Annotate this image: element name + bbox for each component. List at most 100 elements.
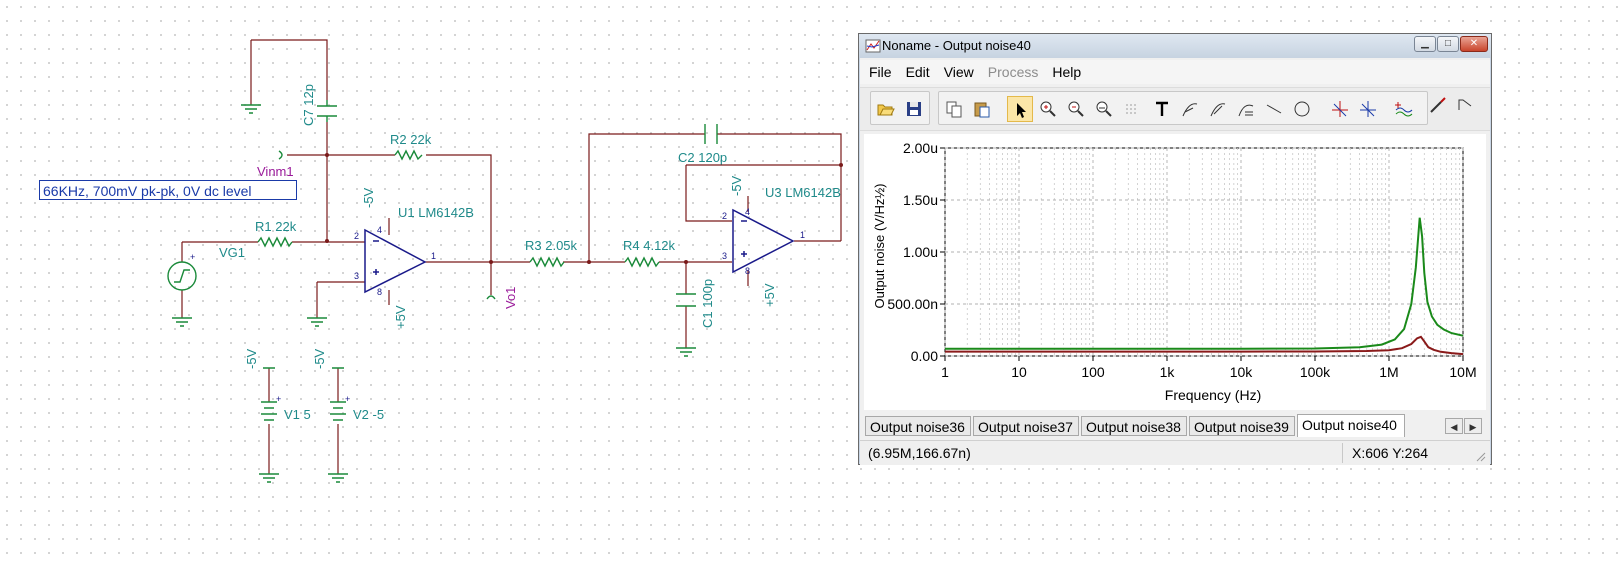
u1-pin4: 4 xyxy=(377,225,382,235)
probe-icon[interactable] xyxy=(1425,92,1451,118)
x-tick-label: 1 xyxy=(941,364,949,380)
u3-pos-supply: +5V xyxy=(762,283,777,307)
u1-opamp xyxy=(364,228,427,294)
menu-view[interactable]: View xyxy=(935,60,979,80)
cursor-a-place-icon[interactable] xyxy=(1327,96,1353,122)
u3-label: U3 LM6142B xyxy=(765,185,841,200)
close-button[interactable]: ✕ xyxy=(1460,36,1488,52)
annotate-icon[interactable] xyxy=(1233,96,1259,122)
u3-pin3: 3 xyxy=(722,251,727,261)
tab-output-noise38[interactable]: Output noise38 xyxy=(1081,416,1187,436)
u1-neg-supply: -5V xyxy=(361,187,376,208)
menu-help[interactable]: Help xyxy=(1043,60,1086,80)
wires xyxy=(181,39,842,474)
u3-pin1: 1 xyxy=(800,230,805,240)
y-tick-label: 2.00u xyxy=(903,140,938,156)
x-tick-label: 10M xyxy=(1449,364,1476,380)
zoom-100-icon[interactable] xyxy=(1091,96,1117,122)
u3-pin8: 8 xyxy=(745,266,750,276)
u3-pin4: 4 xyxy=(745,207,750,217)
circle-icon[interactable] xyxy=(1289,96,1315,122)
u1-pin1: 1 xyxy=(431,251,436,261)
c1-label: C1 100p xyxy=(700,279,715,328)
x-tick-label: 10 xyxy=(1011,364,1027,380)
v1-supply-label: -5V xyxy=(244,348,259,369)
schematic-canvas[interactable]: C7 12p R2 22k R1 22k U1 LM6142B R3 2.05k… xyxy=(0,0,850,563)
title-bar[interactable]: Noname - Output noise40 ▁ □ ✕ xyxy=(859,34,1491,58)
x-tick-label: 10k xyxy=(1230,364,1254,380)
line-icon[interactable] xyxy=(1261,96,1287,122)
u1-pin8: 8 xyxy=(377,287,382,297)
noise-chart[interactable]: 1 10 100 1k 10k 100k 1M 10M 0.00 500.00n 1.00u 1.50… xyxy=(864,134,1486,410)
y-tick-label: 1.50u xyxy=(903,192,938,208)
u1-pos-supply: +5V xyxy=(393,305,408,329)
copy-icon[interactable] xyxy=(941,96,967,122)
y-tick-label: 500.00n xyxy=(887,296,938,312)
cursor-b-place-icon[interactable] xyxy=(1355,96,1381,122)
u3-neg-supply: -5V xyxy=(729,175,744,196)
v2-label: V2 -5 xyxy=(353,407,384,422)
tab-output-noise40[interactable]: Output noise40 xyxy=(1297,414,1405,437)
x-axis-label: Frequency (Hz) xyxy=(1165,387,1261,403)
status-divider xyxy=(1342,443,1343,463)
menu-bar: File Edit View Process Help xyxy=(860,60,1490,84)
r4-label: R4 4.12k xyxy=(623,238,676,253)
wave-add-icon[interactable] xyxy=(1391,96,1417,122)
step-icon[interactable] xyxy=(1453,92,1479,118)
v1-plus: + xyxy=(276,394,281,404)
v1-label: V1 5 xyxy=(284,407,311,422)
output-noise-window: Noname - Output noise40 ▁ □ ✕ File Edit Vi… xyxy=(858,33,1492,465)
text-icon[interactable] xyxy=(1149,96,1175,122)
r2-label: R2 22k xyxy=(390,132,432,147)
cursor-b-icon[interactable] xyxy=(1205,96,1231,122)
x-tick-label: 100 xyxy=(1081,364,1105,380)
op-amps xyxy=(364,208,795,294)
tab-output-noise37[interactable]: Output noise37 xyxy=(973,416,1079,436)
u3-pin2: 2 xyxy=(722,211,727,221)
net-vg1: VG1 xyxy=(219,245,245,260)
c2-label: C2 120p xyxy=(678,150,727,165)
app-icon xyxy=(865,39,881,53)
pointer-icon[interactable] xyxy=(1007,96,1033,122)
tab-strip: Output noise36 Output noise37 Output noise… xyxy=(865,414,1487,438)
window-title: Noname - Output noise40 xyxy=(882,38,1031,53)
signal-annotation[interactable]: 66KHz, 700mV pk-pk, 0V dc level xyxy=(39,180,297,200)
tab-scroll-left-icon[interactable]: ◀ xyxy=(1445,418,1463,434)
zoom-out-icon[interactable] xyxy=(1063,96,1089,122)
tab-output-noise39[interactable]: Output noise39 xyxy=(1189,416,1295,436)
x-tick-label: 1k xyxy=(1160,364,1176,380)
y-axis-label: Output noise (V/Hz½) xyxy=(872,184,887,309)
vg1-plus: + xyxy=(190,252,195,262)
r3-label: R3 2.05k xyxy=(525,238,578,253)
menu-process[interactable]: Process xyxy=(979,60,1044,80)
components xyxy=(167,100,718,483)
paste-icon[interactable] xyxy=(969,96,995,122)
open-icon[interactable] xyxy=(873,96,899,122)
toolbar-group-edit xyxy=(938,91,1428,125)
minimize-button[interactable]: ▁ xyxy=(1414,36,1436,52)
x-tick-label: 1M xyxy=(1379,364,1398,380)
cursor-a-icon[interactable] xyxy=(1177,96,1203,122)
cursor-value: (6.95M,166.67n) xyxy=(868,445,971,461)
plot-area[interactable]: 1 10 100 1k 10k 100k 1M 10M 0.00 500.00n 1.00u 1.50… xyxy=(864,134,1486,410)
y-tick-label: 1.00u xyxy=(903,244,938,260)
menu-file[interactable]: File xyxy=(860,60,897,80)
v2-supply-label: -5V xyxy=(312,348,327,369)
r1-label: R1 22k xyxy=(255,219,297,234)
net-vinm1: Vinm1 xyxy=(257,164,294,179)
tab-scroll-right-icon[interactable]: ▶ xyxy=(1464,418,1482,434)
tab-output-noise36[interactable]: Output noise36 xyxy=(865,416,971,436)
menu-edit[interactable]: Edit xyxy=(897,60,935,80)
u1-pin2: 2 xyxy=(354,231,359,241)
maximize-button[interactable]: □ xyxy=(1437,36,1459,52)
grid-icon[interactable] xyxy=(1119,96,1145,122)
status-bar: (6.95M,166.67n) X:606 Y:264 xyxy=(860,440,1490,465)
net-vo1: Vo1 xyxy=(503,287,518,309)
toolbar xyxy=(860,87,1490,131)
zoom-in-icon[interactable] xyxy=(1035,96,1061,122)
save-icon[interactable] xyxy=(901,96,927,122)
u3-opamp xyxy=(732,208,795,274)
resize-grip-icon[interactable] xyxy=(1476,452,1486,462)
v2-plus: + xyxy=(345,394,350,404)
u1-label: U1 LM6142B xyxy=(398,205,474,220)
